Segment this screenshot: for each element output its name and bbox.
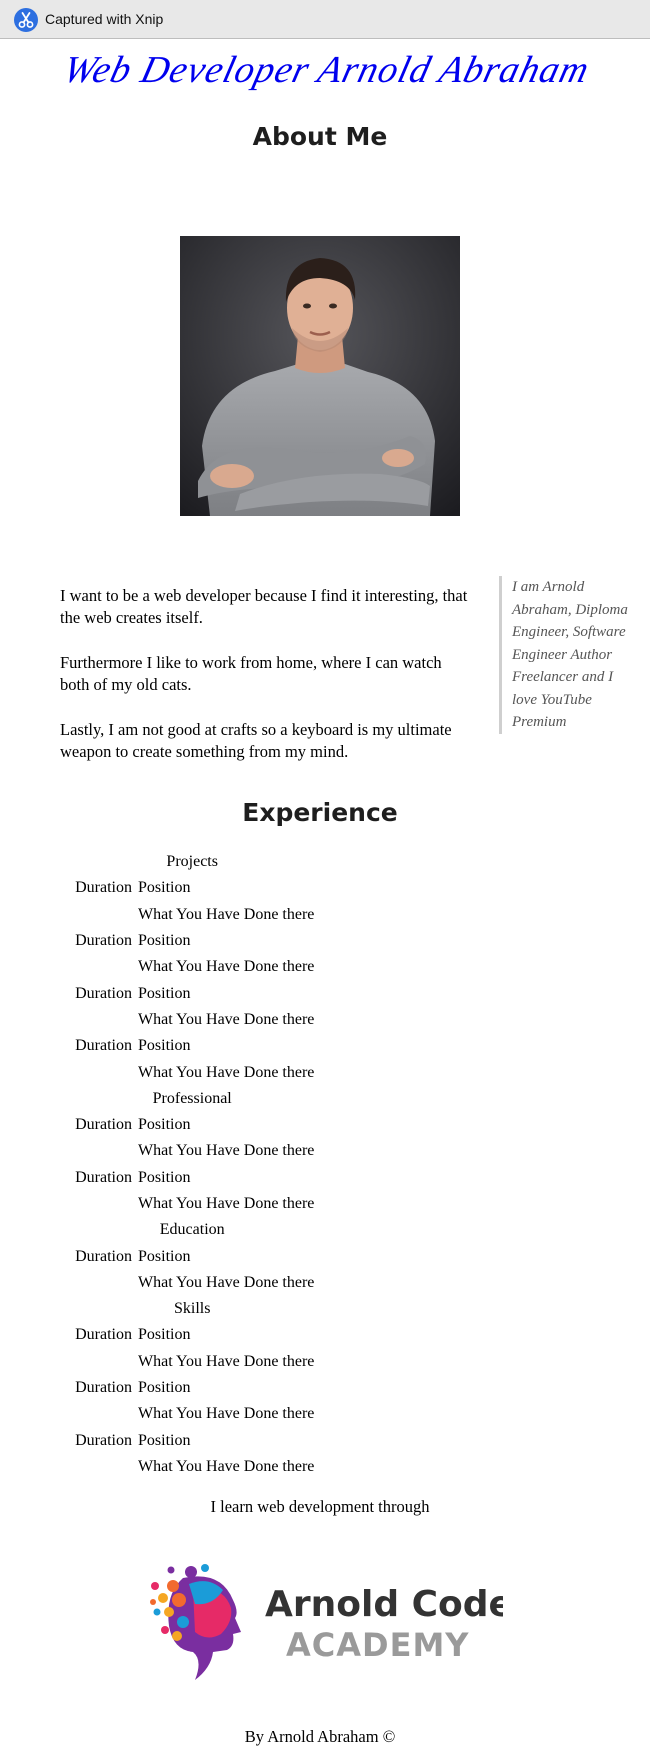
portrait-photo (180, 236, 460, 516)
about-paragraph-3: Lastly, I am not good at crafts so a key… (60, 720, 452, 761)
experience-row: Duration Position (68, 1244, 316, 1268)
experience-category: Professional (152, 1089, 232, 1107)
experience-duration: Duration (75, 1247, 132, 1265)
experience-detail: What You Have Done there (138, 1195, 315, 1212)
experience-duration (68, 1402, 134, 1426)
experience-category: Skills (173, 1300, 211, 1318)
experience-row: What You Have Done there (68, 1455, 316, 1479)
experience-row: What You Have Done there (68, 1192, 316, 1216)
experience-detail: What You Have Done there (138, 1352, 315, 1370)
experience-duration (68, 1139, 134, 1163)
experience-detail: Position (138, 879, 191, 897)
experience-duration: Duration (75, 932, 132, 950)
capture-bar: Captured with Xnip (0, 0, 650, 39)
experience-duration: Duration (75, 1326, 132, 1344)
experience-detail: What You Have Done there (138, 1142, 315, 1160)
experience-detail: What You Have Done there (138, 1457, 315, 1475)
experience-duration: Duration (75, 984, 132, 1002)
experience-duration: Duration (75, 1168, 132, 1186)
experience-duration: Duration (75, 879, 132, 897)
experience-title: Experience (242, 798, 398, 827)
experience-detail: Position (138, 932, 191, 950)
experience-detail: What You Have Done there (138, 1273, 315, 1291)
experience-row: Duration Position (68, 981, 316, 1005)
experience-row: Duration Position (68, 1166, 316, 1190)
experience-detail: Position (138, 1116, 191, 1134)
experience-row: What You Have Done there (68, 955, 316, 979)
footer-text: By Arnold Abraham © (244, 1727, 396, 1746)
experience-detail: Position (138, 1168, 191, 1186)
experience-row: Duration Position (68, 1034, 316, 1058)
experience-duration (68, 955, 134, 979)
experience-detail: What You Have Done there (138, 958, 315, 976)
logo-line-1: Arnold Code (265, 1584, 503, 1625)
experience-detail: Position (138, 1326, 191, 1344)
experience-row: Duration Position (68, 929, 316, 953)
about-text: I want to be a web developer because I f… (60, 585, 470, 786)
experience-detail: Position (138, 1431, 191, 1449)
experience-detail: Position (138, 1379, 191, 1397)
aside-quote: I am Arnold Abraham, Diploma Engineer, S… (499, 576, 631, 734)
experience-category: Projects (166, 853, 218, 871)
capture-bar-label: Captured with Xnip (45, 11, 164, 27)
signature-heading: Web Developer Arnold Abraham (59, 50, 594, 91)
about-title: About Me (252, 122, 388, 151)
experience-row: Duration Position (68, 1113, 316, 1137)
signature-text: Web Developer Arnold Abraham (59, 50, 594, 91)
experience-table: Projects Duration Position What You Have Do… (66, 848, 318, 1481)
experience-row: Duration Position (68, 1429, 316, 1453)
experience-row: What You Have Done there (68, 1402, 316, 1426)
experience-row: What You Have Done there (68, 903, 316, 927)
experience-category-row: Skills (68, 1297, 316, 1321)
head-logo-icon (150, 1564, 241, 1680)
experience-row: What You Have Done there (68, 1139, 316, 1163)
experience-detail: Position (138, 1037, 191, 1055)
experience-row: What You Have Done there (68, 1350, 316, 1374)
experience-detail: What You Have Done there (138, 1405, 315, 1423)
scissors-icon (14, 8, 38, 32)
experience-duration (68, 1060, 134, 1084)
experience-row: Duration Position (68, 876, 316, 900)
experience-category: Education (159, 1221, 225, 1239)
experience-detail: What You Have Done there (138, 1063, 315, 1081)
experience-row: Duration Position (68, 1376, 316, 1400)
about-paragraph-1: I want to be a web developer because I f… (60, 586, 468, 627)
about-paragraph-2: Furthermore I like to work from home, wh… (60, 653, 442, 694)
experience-duration: Duration (75, 1037, 132, 1055)
experience-detail: Position (138, 1247, 191, 1265)
experience-duration: Duration (75, 1379, 132, 1397)
experience-duration (68, 1350, 134, 1374)
experience-detail: Position (138, 984, 191, 1002)
logo-line-2: ACADEMY (286, 1626, 469, 1664)
experience-duration: Duration (75, 1116, 132, 1134)
experience-detail: What You Have Done there (138, 1010, 315, 1028)
experience-row: Duration Position (68, 1323, 316, 1347)
experience-row: What You Have Done there (68, 1008, 316, 1032)
learn-text: I learn web development through (210, 1497, 430, 1516)
experience-row: What You Have Done there (68, 1060, 316, 1084)
experience-duration: Duration (75, 1431, 132, 1449)
experience-row: What You Have Done there (68, 1271, 316, 1295)
experience-category-row: Projects (68, 850, 316, 874)
experience-duration (68, 903, 134, 927)
experience-duration (68, 1271, 134, 1295)
experience-duration (68, 1008, 134, 1032)
experience-category-row: Professional (68, 1087, 316, 1111)
experience-category-row: Education (68, 1218, 316, 1242)
experience-duration (68, 1455, 134, 1479)
experience-duration (68, 1192, 134, 1216)
arnold-code-academy-logo: Arnold Code ACADEMY (150, 1564, 503, 1680)
experience-detail: What You Have Done there (138, 905, 315, 923)
